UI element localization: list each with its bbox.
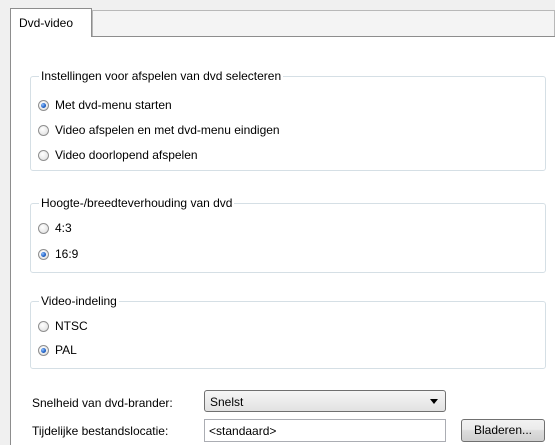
radio-aspect-16-9[interactable]: 16:9 xyxy=(38,246,78,262)
playback-settings-title: Instellingen voor afspelen van dvd selec… xyxy=(39,69,284,83)
radio-label: Video doorlopend afspelen xyxy=(55,148,198,162)
playback-settings-group: Instellingen voor afspelen van dvd selec… xyxy=(30,69,546,171)
browse-button[interactable]: Bladeren... xyxy=(461,419,545,442)
aspect-ratio-group: Hoogte-/breedteverhouding van dvd 4:3 16… xyxy=(30,196,546,273)
tab-strip-background xyxy=(92,10,555,37)
tab-dvd-video-label: Dvd-video xyxy=(19,16,74,30)
dropdown-arrow-icon[interactable] xyxy=(430,399,438,404)
radio-ntsc[interactable]: NTSC xyxy=(38,318,88,334)
video-format-title: Video-indeling xyxy=(39,294,119,308)
radio-label: 16:9 xyxy=(55,247,79,261)
radio-button-icon[interactable] xyxy=(38,222,49,234)
radio-pal[interactable]: PAL xyxy=(38,342,77,358)
video-format-group: Video-indeling NTSC PAL xyxy=(30,294,546,369)
radio-button-icon[interactable] xyxy=(38,149,49,161)
burner-speed-select[interactable]: Snelst xyxy=(204,390,446,412)
temp-location-label: Tijdelijke bestandslocatie: xyxy=(32,424,169,438)
radio-label: PAL xyxy=(55,343,77,357)
radio-label: NTSC xyxy=(55,319,88,333)
radio-label: Met dvd-menu starten xyxy=(55,98,172,112)
radio-label: 4:3 xyxy=(55,221,72,235)
radio-play-end-with-menu[interactable]: Video afspelen en met dvd-menu eindigen xyxy=(38,122,280,138)
temp-location-input[interactable] xyxy=(205,420,443,441)
tab-strip: Dvd-video xyxy=(0,0,555,37)
radio-aspect-4-3[interactable]: 4:3 xyxy=(38,220,72,236)
temp-location-field[interactable] xyxy=(204,419,446,442)
aspect-ratio-title: Hoogte-/breedteverhouding van dvd xyxy=(39,196,235,210)
burner-speed-value: Snelst xyxy=(210,395,244,409)
radio-button-icon[interactable] xyxy=(38,320,49,332)
radio-button-icon[interactable] xyxy=(38,124,49,136)
radio-label: Video afspelen en met dvd-menu eindigen xyxy=(55,123,280,137)
radio-start-with-menu[interactable]: Met dvd-menu starten xyxy=(38,97,172,113)
radio-button-icon[interactable] xyxy=(38,344,49,356)
radio-button-icon[interactable] xyxy=(38,248,49,260)
tab-dvd-video[interactable]: Dvd-video xyxy=(10,8,92,37)
burner-speed-label: Snelheid van dvd-brander: xyxy=(32,396,173,410)
radio-button-icon[interactable] xyxy=(38,99,49,111)
radio-play-continuously[interactable]: Video doorlopend afspelen xyxy=(38,147,198,163)
